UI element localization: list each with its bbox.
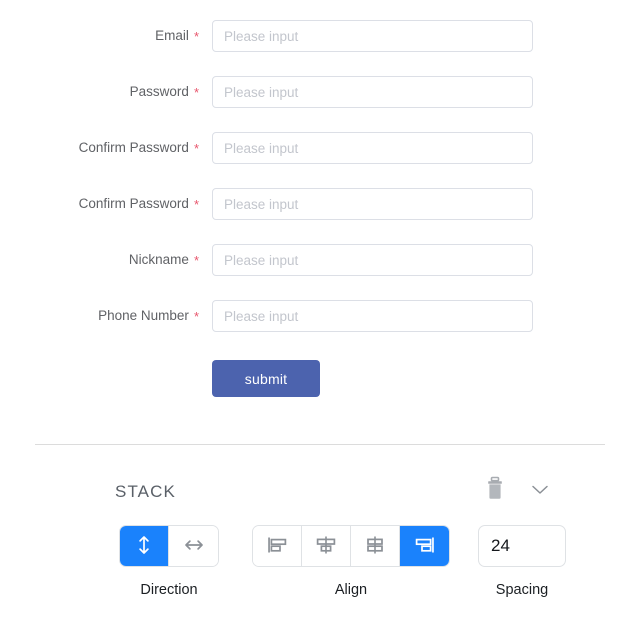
field-label: Email * — [0, 20, 199, 53]
required-asterisk: * — [193, 252, 199, 268]
phone-number-input[interactable] — [212, 300, 533, 332]
direction-horizontal-button[interactable] — [169, 526, 218, 566]
panel-title: STACK — [115, 482, 176, 501]
field-label-text: Email — [155, 27, 189, 43]
submit-button[interactable]: submit — [212, 360, 320, 397]
form-row: Nickname * — [0, 244, 640, 276]
chevron-down-icon — [528, 485, 552, 504]
direction-label: Direction — [140, 582, 198, 598]
align-segmented-control — [252, 525, 450, 567]
required-asterisk: * — [193, 308, 199, 324]
form-row: Email * — [0, 20, 640, 52]
field-wrap — [212, 188, 533, 220]
nickname-input[interactable] — [212, 244, 533, 276]
align-stretch-button[interactable] — [351, 526, 400, 566]
stack-controls-row: Direction Align 24 Spacing — [0, 525, 640, 598]
align-left-icon — [265, 534, 289, 559]
registration-form: Email* Password* Confirm Password* — [0, 0, 640, 397]
required-asterisk: * — [193, 140, 199, 156]
spacing-label: Spacing — [495, 582, 549, 598]
confirm-password-input[interactable] — [212, 132, 533, 164]
field-wrap — [212, 76, 533, 108]
field-label: Confirm Password * — [0, 132, 199, 165]
align-right-button[interactable] — [400, 526, 449, 566]
panel-header-actions — [484, 476, 552, 502]
required-asterisk: * — [193, 84, 199, 100]
stack-properties-panel: STACK Direction Align 24 Spacing — [0, 470, 640, 598]
field-label: Nickname * — [0, 244, 199, 277]
field-wrap — [212, 244, 533, 276]
delete-stack-button[interactable] — [484, 476, 506, 502]
spacing-input[interactable] — [478, 525, 566, 567]
field-label: Password * — [0, 76, 199, 109]
align-center-button[interactable] — [302, 526, 351, 566]
field-wrap — [212, 20, 533, 52]
field-label-text: Nickname — [128, 251, 189, 267]
field-wrap — [212, 132, 533, 164]
form-row: Password * — [0, 76, 640, 108]
collapse-panel-button[interactable] — [528, 477, 552, 501]
confirm-password-input-2[interactable] — [212, 188, 533, 220]
required-asterisk: * — [193, 196, 199, 212]
form-row: Phone Number * — [0, 300, 640, 332]
field-label: Confirm Password * — [0, 188, 199, 221]
direction-control-group: Direction — [119, 525, 219, 598]
app-root: Email* Password* Confirm Password* — [0, 0, 640, 625]
field-label-text: Confirm Password — [78, 139, 189, 155]
field-label-text: Password — [129, 83, 189, 99]
required-asterisk: * — [193, 28, 199, 44]
form-row: Confirm Password * — [0, 132, 640, 164]
field-label: Phone Number * — [0, 300, 199, 333]
password-input[interactable] — [212, 76, 533, 108]
align-control-group: Align — [252, 525, 450, 598]
spacing-control-group: Spacing — [478, 525, 566, 598]
direction-vertical-button[interactable] — [120, 526, 169, 566]
trash-icon — [484, 476, 506, 505]
align-center-icon — [314, 534, 338, 559]
align-label: Align — [334, 582, 368, 598]
submit-row: submit — [0, 360, 640, 397]
section-divider — [35, 444, 605, 445]
email-input[interactable] — [212, 20, 533, 52]
direction-segmented-control — [119, 525, 219, 567]
align-stretch-icon — [363, 534, 387, 559]
field-wrap — [212, 300, 533, 332]
arrows-horizontal-icon — [183, 535, 205, 558]
arrows-vertical-icon — [134, 534, 154, 559]
form-row: Confirm Password * — [0, 188, 640, 220]
field-label-text: Phone Number — [98, 307, 189, 323]
align-right-icon — [413, 534, 437, 559]
field-label-text: Confirm Password — [78, 195, 189, 211]
stack-panel-header: STACK — [115, 470, 548, 514]
align-left-button[interactable] — [253, 526, 302, 566]
